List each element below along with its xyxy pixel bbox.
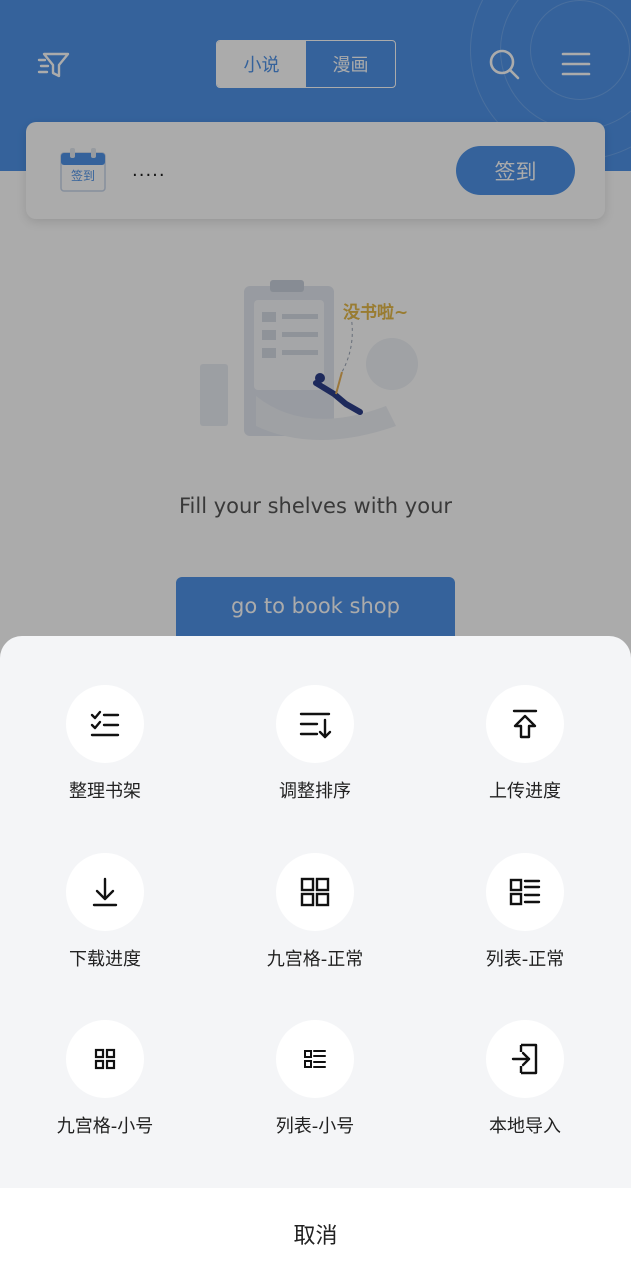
action-label: 列表-正常 xyxy=(485,949,565,970)
action-list-normal[interactable]: 列表-正常 xyxy=(420,853,630,983)
sort-icon xyxy=(299,712,332,739)
download-icon xyxy=(92,877,118,907)
action-label: 整理书架 xyxy=(69,781,141,802)
action-list-small[interactable]: 列表-小号 xyxy=(210,1020,420,1150)
action-label: 本地导入 xyxy=(489,1116,561,1137)
cancel-button[interactable]: 取消 xyxy=(0,1188,631,1280)
action-grid-small[interactable]: 九宫格-小号 xyxy=(0,1020,210,1150)
action-label: 下载进度 xyxy=(69,949,141,970)
action-label: 列表-小号 xyxy=(275,1116,355,1137)
list-normal-icon xyxy=(509,878,541,906)
cancel-label: 取消 xyxy=(293,1224,338,1249)
action-grid-normal[interactable]: 九宫格-正常 xyxy=(210,853,420,983)
list-small-icon xyxy=(304,1050,326,1068)
action-local-import[interactable]: 本地导入 xyxy=(420,1020,630,1150)
action-label: 调整排序 xyxy=(279,781,351,802)
import-icon xyxy=(511,1043,538,1075)
action-organize-shelf[interactable]: 整理书架 xyxy=(0,685,210,815)
grid-normal-icon xyxy=(300,877,330,907)
action-label: 九宫格-正常 xyxy=(266,949,364,970)
grid-small-icon xyxy=(94,1048,116,1070)
action-upload-progress[interactable]: 上传进度 xyxy=(420,685,630,815)
checklist-icon xyxy=(90,710,120,737)
bottom-action-sheet: 整理书架 调整排序 上传进度 下载进度 九宫格-正常 列表-正常 九宫格-小号 … xyxy=(0,636,631,1280)
action-label: 九宫格-小号 xyxy=(56,1116,154,1137)
upload-icon xyxy=(512,709,538,739)
action-download-progress[interactable]: 下载进度 xyxy=(0,853,210,983)
action-label: 上传进度 xyxy=(489,781,561,802)
action-adjust-sort[interactable]: 调整排序 xyxy=(210,685,420,815)
